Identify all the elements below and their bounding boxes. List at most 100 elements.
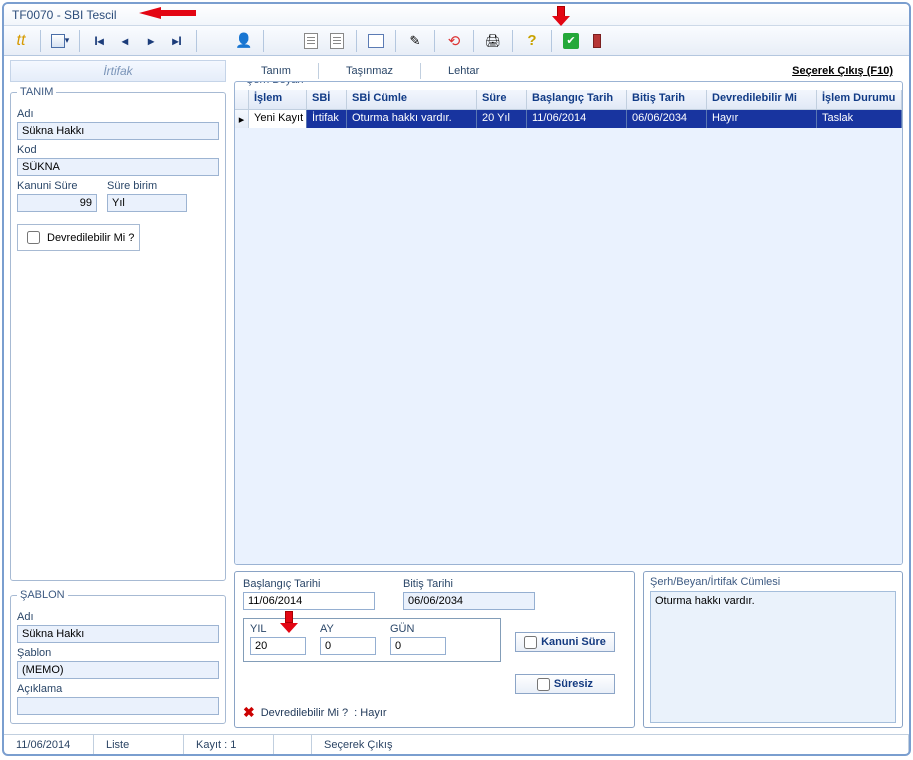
devredilebilir-label: Devredilebilir Mi ? xyxy=(47,232,134,244)
kanuni-sure-input[interactable] xyxy=(17,194,97,212)
devredilebilir-row: ✖ Devredilebilir Mi ? : Hayır xyxy=(243,704,626,721)
cell-sbi-cumle: Oturma hakkı vardır. xyxy=(347,110,477,128)
sablon-adi-input[interactable] xyxy=(17,625,219,643)
memo-frame: Şerh/Beyan/İrtifak Cümlesi Oturma hakkı … xyxy=(643,571,903,728)
baslangic-label: Başlangıç Tarihi xyxy=(243,578,375,590)
col-islem[interactable]: İşlem xyxy=(249,90,307,109)
side-buttons: Kanuni Süre Süresiz xyxy=(515,610,615,694)
grid-header-row: İşlem SBİ SBİ Cümle Süre Başlangıç Tarih… xyxy=(235,90,902,110)
row-marker: ▸ xyxy=(235,110,249,128)
sure-birim-input[interactable] xyxy=(107,194,187,212)
ymd-row: YIL AY GÜN xyxy=(243,618,501,662)
memo-textarea[interactable]: Oturma hakkı vardır. xyxy=(650,591,896,723)
kanuni-sure-label: Kanuni Süre xyxy=(17,180,97,192)
col-devredilebilir[interactable]: Devredilebilir Mi xyxy=(707,90,817,109)
secerek-cikis-link[interactable]: Seçerek Çıkış (F10) xyxy=(782,62,903,80)
tab-tanim[interactable]: Tanım xyxy=(234,61,318,81)
suresiz-button[interactable]: Süresiz xyxy=(515,674,615,694)
status-kayit: Kayıt : 1 xyxy=(184,735,274,754)
tab-tasinmaz[interactable]: Taşınmaz xyxy=(319,61,420,81)
baslangic-box: Başlangıç Tarihi xyxy=(243,578,375,610)
gun-label: GÜN xyxy=(390,623,446,635)
cell-islem-durumu: Taslak xyxy=(817,110,902,128)
tabs: Tanım Taşınmaz Lehtar Seçerek Çıkış (F10… xyxy=(234,60,903,82)
sablon-input[interactable] xyxy=(17,661,219,679)
sablon-label: Şablon xyxy=(17,647,219,659)
left-pane: İrtifak TANIM Adı Kod Kanuni Süre Süre b… xyxy=(4,56,232,734)
tab-lehtar[interactable]: Lehtar xyxy=(421,61,506,81)
statusbar: 11/06/2014 Liste Kayıt : 1 Seçerek Çıkış xyxy=(4,734,909,754)
devredilebilir-checkbox-wrap[interactable]: Devredilebilir Mi ? xyxy=(17,224,140,251)
main-area: İrtifak TANIM Adı Kod Kanuni Süre Süre b… xyxy=(4,56,909,734)
devredilebilir-checkbox[interactable] xyxy=(27,231,40,244)
grid-frame: Şerh Beyan İşlem SBİ SBİ Cümle Süre Başl… xyxy=(234,81,903,565)
status-liste[interactable]: Liste xyxy=(94,735,184,754)
col-bitis[interactable]: Bitiş Tarih xyxy=(627,90,707,109)
col-sure[interactable]: Süre xyxy=(477,90,527,109)
col-sbi-cumle[interactable]: SBİ Cümle xyxy=(347,90,477,109)
app-window: TF0070 - SBI Tescil tt ▾ I◂ ◂ ▸ ▸I 👤 ✎ ⟲… xyxy=(2,2,911,756)
sablon-fieldset: ŞABLON Adı Şablon Açıklama xyxy=(10,589,226,724)
devr-value: : Hayır xyxy=(354,707,386,719)
row-marker-head xyxy=(235,90,249,109)
doc-icon-2[interactable] xyxy=(326,30,348,52)
bottom-edit-area: Başlangıç Tarihi Bitiş Tarihi xyxy=(234,571,903,728)
titlebar: TF0070 - SBI Tescil xyxy=(4,4,909,26)
home-icon[interactable]: tt xyxy=(10,30,32,52)
status-date: 11/06/2014 xyxy=(4,735,94,754)
cell-baslangic: 11/06/2014 xyxy=(527,110,627,128)
toolbar-separator xyxy=(395,30,396,52)
cell-devredilebilir: Hayır xyxy=(707,110,817,128)
kod-input[interactable] xyxy=(17,158,219,176)
confirm-icon[interactable] xyxy=(560,30,582,52)
suresiz-check[interactable] xyxy=(537,678,550,691)
annotation-arrow-top xyxy=(552,6,570,26)
help-icon[interactable]: ? xyxy=(521,30,543,52)
toolbar-separator xyxy=(551,30,552,52)
person-icon[interactable]: 👤 xyxy=(233,30,255,52)
status-secerek[interactable]: Seçerek Çıkış xyxy=(312,735,909,754)
adi-input[interactable] xyxy=(17,122,219,140)
aciklama-input[interactable] xyxy=(17,697,219,715)
gun-input[interactable] xyxy=(390,637,446,655)
col-islem-durumu[interactable]: İşlem Durumu xyxy=(817,90,902,109)
status-empty xyxy=(274,735,312,754)
prev-record-icon[interactable]: ◂ xyxy=(114,30,136,52)
toolbar-separator xyxy=(40,30,41,52)
bitis-label: Bitiş Tarihi xyxy=(403,578,535,590)
cell-sure: 20 Yıl xyxy=(477,110,527,128)
annotation-arrow-left xyxy=(139,7,161,19)
exit-icon[interactable] xyxy=(586,30,608,52)
print-icon[interactable]: 🖨 xyxy=(482,30,504,52)
doc-icon-1[interactable] xyxy=(300,30,322,52)
toolbar-separator xyxy=(196,30,197,52)
toolbar: tt ▾ I◂ ◂ ▸ ▸I 👤 ✎ ⟲ 🖨 ? xyxy=(4,26,909,56)
kanuni-sure-button[interactable]: Kanuni Süre xyxy=(515,632,615,652)
devr-label: Devredilebilir Mi ? xyxy=(261,707,348,719)
x-icon: ✖ xyxy=(243,704,255,721)
adi-label: Adı xyxy=(17,108,219,120)
col-baslangic[interactable]: Başlangıç Tarih xyxy=(527,90,627,109)
edit-icon[interactable]: ✎ xyxy=(404,30,426,52)
toolbar-separator xyxy=(263,30,264,52)
kanuni-sure-check[interactable] xyxy=(524,636,537,649)
tanim-legend: TANIM xyxy=(17,86,56,98)
toolbar-separator xyxy=(512,30,513,52)
calendar-icon[interactable]: ▾ xyxy=(49,30,71,52)
ay-label: AY xyxy=(320,623,376,635)
banner: İrtifak xyxy=(10,60,226,82)
form-icon[interactable] xyxy=(365,30,387,52)
first-record-icon[interactable]: I◂ xyxy=(88,30,110,52)
memo-legend: Şerh/Beyan/İrtifak Cümlesi xyxy=(650,576,896,588)
cell-bitis: 06/06/2034 xyxy=(627,110,707,128)
bitis-input[interactable] xyxy=(403,592,535,610)
last-record-icon[interactable]: ▸I xyxy=(166,30,188,52)
col-sbi[interactable]: SBİ xyxy=(307,90,347,109)
baslangic-input[interactable] xyxy=(243,592,375,610)
ay-input[interactable] xyxy=(320,637,376,655)
refresh-icon[interactable]: ⟲ xyxy=(443,30,465,52)
grid-row-selected[interactable]: ▸ Yeni Kayıt İrtifak Oturma hakkı vardır… xyxy=(235,110,902,128)
next-record-icon[interactable]: ▸ xyxy=(140,30,162,52)
grid-legend: Şerh Beyan xyxy=(243,81,306,86)
yil-input[interactable] xyxy=(250,637,306,655)
